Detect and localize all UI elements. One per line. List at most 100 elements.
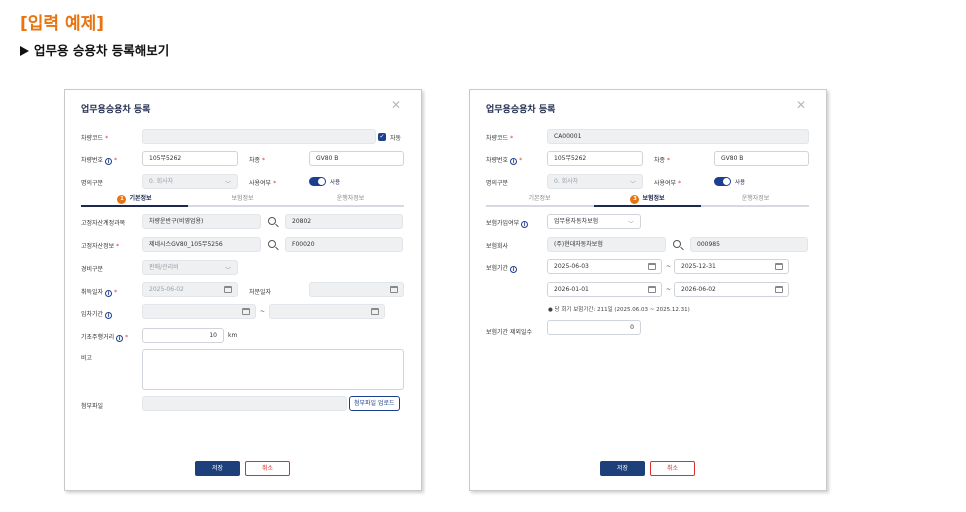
attach-field <box>142 396 347 411</box>
info-icon: i <box>105 158 113 165</box>
period-label: 보험기간 i <box>486 263 518 273</box>
asset-account-code: 20802 <box>285 214 403 229</box>
dialog-title: 업무용승용차 등록 <box>81 105 151 115</box>
save-button[interactable]: 저장 <box>195 461 240 476</box>
register-dialog-insurance: 업무용승용차 등록 ✕ 차량코드 * CA00001 차량번호 i * 105무526… <box>469 89 827 491</box>
excluded-days-label: 보험기간 제외일수 <box>486 329 533 336</box>
acquire-date-label: 취득일자 i * <box>81 289 118 297</box>
period-separator: ~ <box>666 286 672 293</box>
period1-end[interactable]: 2025-12-31 <box>674 259 789 274</box>
asset-account-label: 고정자산계정과목 <box>81 220 126 227</box>
use-label: 사용여부 * <box>249 180 277 187</box>
chevron-down-icon: ﹀ <box>224 181 231 188</box>
save-button[interactable]: 저장 <box>600 461 645 476</box>
car-model-input[interactable]: GV80 B <box>309 151 404 166</box>
attach-label: 첨부파일 <box>81 403 104 410</box>
calendar-icon <box>371 308 379 315</box>
info-icon: i <box>116 335 124 342</box>
expense-type-select[interactable]: 판매/관리비 ﹀ <box>142 260 238 275</box>
use-toggle[interactable] <box>309 177 326 186</box>
chevron-down-icon: ﹀ <box>224 267 231 274</box>
insurer-code: 000985 <box>690 237 808 252</box>
owner-type-select[interactable]: 0. 회사차 ﹀ <box>142 174 238 189</box>
dispose-date-label: 처분일자 <box>249 289 272 296</box>
dialog-title: 업무용승용차 등록 <box>486 105 556 115</box>
owner-type-select[interactable]: 0. 회사차 ﹀ <box>547 174 643 189</box>
use-label: 사용여부 * <box>654 180 682 187</box>
insurer-field[interactable]: (주)현대자동차보험 <box>547 237 666 252</box>
tab-basic-info[interactable]: 1 기본정보 <box>81 194 188 207</box>
tab-driver-info[interactable]: 운행자정보 <box>702 194 809 204</box>
period2-end[interactable]: 2026-06-02 <box>674 282 789 297</box>
insured-label: 보험가입여부 i <box>486 218 529 228</box>
close-icon[interactable]: ✕ <box>391 98 401 112</box>
calendar-icon <box>648 286 656 293</box>
car-model-input[interactable]: GV80 B <box>714 151 809 166</box>
car-code-field[interactable] <box>142 129 376 144</box>
asset-account-field[interactable]: 차량운반구(비영업용) <box>142 214 261 229</box>
chevron-down-icon: ﹀ <box>627 221 634 228</box>
chevron-down-icon: ﹀ <box>629 181 636 188</box>
note-label: 비고 <box>81 355 93 362</box>
triangle-icon <box>20 46 29 56</box>
lease-end-field[interactable] <box>269 304 385 319</box>
acquire-date-field[interactable]: 2025-06-02 <box>142 282 238 297</box>
use-value: 사용 <box>735 180 746 186</box>
period2-start[interactable]: 2026-01-01 <box>547 282 662 297</box>
asset-info-label: 고정자산정보 * <box>81 243 120 250</box>
upload-button[interactable]: 첨부파일 업로드 <box>349 396 400 411</box>
tab-insurance-info[interactable]: 보험정보 <box>189 194 296 204</box>
owner-type-label: 명의구분 <box>486 180 509 187</box>
lease-separator: ~ <box>260 308 266 315</box>
calendar-icon <box>648 263 656 270</box>
auto-checkbox[interactable]: ✓ <box>378 133 386 141</box>
car-code-field[interactable]: CA00001 <box>547 129 809 144</box>
car-model-label: 차종 * <box>249 157 266 164</box>
car-number-input[interactable]: 105무5262 <box>547 151 643 166</box>
register-dialog-basic: 업무용승용차 등록 ✕ 차량코드 * ✓ 자동 차량번호 i * 105무5262 차… <box>64 89 422 491</box>
calendar-icon <box>224 286 232 293</box>
info-icon: i <box>510 158 518 165</box>
base-mileage-label: 기초주행거리 i * <box>81 334 129 342</box>
car-number-input[interactable]: 105무5262 <box>142 151 238 166</box>
car-model-label: 차종 * <box>654 157 671 164</box>
close-icon[interactable]: ✕ <box>796 98 806 112</box>
use-toggle[interactable] <box>714 177 731 186</box>
tab-insurance-info[interactable]: 3 보험정보 <box>594 194 701 207</box>
base-mileage-input[interactable]: 10 <box>142 328 224 343</box>
insurer-label: 보험회사 <box>486 243 509 250</box>
asset-info-field[interactable]: 제네시스GV80_105무5256 <box>142 237 261 252</box>
lease-start-field[interactable] <box>142 304 256 319</box>
search-icon[interactable] <box>268 240 276 248</box>
calendar-icon <box>242 308 250 315</box>
lease-period-label: 임차기간 i <box>81 309 113 319</box>
excluded-days-input[interactable]: 0 <box>547 320 641 335</box>
mileage-unit: km <box>228 332 238 339</box>
tab-bar: 1 기본정보 보험정보 운행자정보 <box>81 194 404 207</box>
cancel-button[interactable]: 취소 <box>245 461 290 476</box>
info-icon: i <box>510 266 518 273</box>
insured-select[interactable]: 업무용자동차보험 ﹀ <box>547 214 641 229</box>
search-icon[interactable] <box>268 217 276 225</box>
page-title: [입력 예제] <box>20 14 105 34</box>
calendar-icon <box>775 263 783 270</box>
page-subtitle-text: 업무용 승용차 등록해보기 <box>34 43 170 58</box>
tab-driver-info[interactable]: 운행자정보 <box>297 194 404 204</box>
calendar-icon <box>775 286 783 293</box>
note-textarea[interactable] <box>142 349 404 390</box>
period-separator: ~ <box>666 263 672 270</box>
period-note: ● 당 회기 보험기간: 211일 (2025.06.03 ~ 2025.12.… <box>548 307 690 313</box>
use-value: 사용 <box>330 180 341 186</box>
page-subtitle: 업무용 승용차 등록해보기 <box>20 40 169 59</box>
calendar-icon <box>390 286 398 293</box>
expense-type-label: 경비구분 <box>81 266 104 273</box>
owner-type-label: 명의구분 <box>81 180 104 187</box>
tab-basic-info[interactable]: 기본정보 <box>486 194 593 204</box>
car-number-label: 차량번호 i * <box>81 157 118 165</box>
dispose-date-field[interactable] <box>309 282 404 297</box>
search-icon[interactable] <box>673 240 681 248</box>
info-icon: i <box>105 290 113 297</box>
period1-start[interactable]: 2025-06-03 <box>547 259 662 274</box>
cancel-button[interactable]: 취소 <box>650 461 695 476</box>
tab-bar: 기본정보 3 보험정보 운행자정보 <box>486 194 809 207</box>
